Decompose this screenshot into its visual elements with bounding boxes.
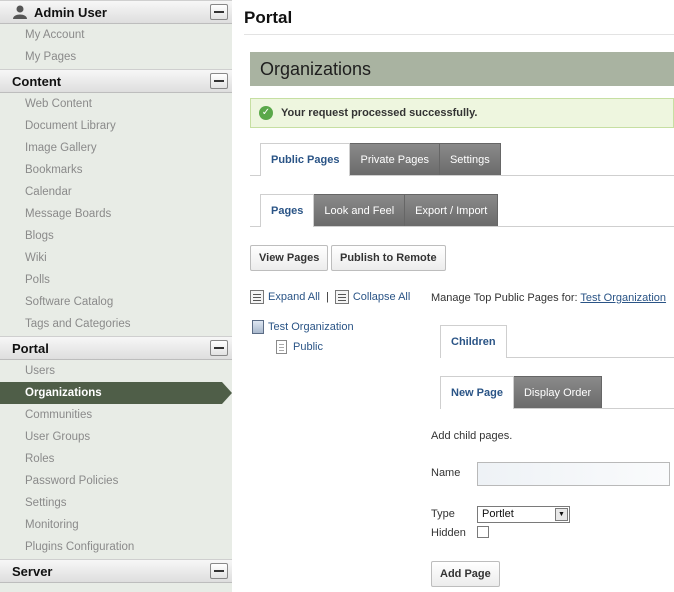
sidebar-item-roles[interactable]: Roles <box>0 448 232 470</box>
sidebar-item-communities[interactable]: Communities <box>0 404 232 426</box>
sidebar-item-plugins-configuration[interactable]: Plugins Configuration <box>0 536 232 558</box>
tree-node-label: Public <box>293 341 323 353</box>
sidebar-item-organizations[interactable]: Organizations <box>0 382 232 404</box>
sidebar-item-image-gallery[interactable]: Image Gallery <box>0 137 232 159</box>
layout-tabs: Pages Look and Feel Export / Import <box>250 194 674 227</box>
sidebar-item-users[interactable]: Users <box>0 360 232 382</box>
name-label: Name <box>431 467 461 479</box>
tree-node-organization[interactable]: Test Organization <box>252 320 354 334</box>
sidebar-item-bookmarks[interactable]: Bookmarks <box>0 159 232 181</box>
user-icon <box>13 5 27 19</box>
publish-to-remote-button[interactable]: Publish to Remote <box>331 245 446 271</box>
sidebar-item-software-catalog[interactable]: Software Catalog <box>0 291 232 313</box>
sidebar-section-title: Content <box>12 73 62 89</box>
sidebar-item-settings[interactable]: Settings <box>0 492 232 514</box>
chevron-down-icon: ▼ <box>555 508 568 521</box>
expand-all-link[interactable]: Expand All <box>268 291 320 303</box>
type-select-value: Portlet <box>482 508 514 520</box>
tab-settings[interactable]: Settings <box>439 143 501 175</box>
separator: | <box>325 291 329 303</box>
sidebar-item-my-account[interactable]: My Account <box>0 24 232 46</box>
sidebar-section-title: Admin User <box>34 4 107 20</box>
collapse-icon[interactable] <box>210 73 228 89</box>
add-child-label: Add child pages. <box>431 430 513 442</box>
checkmark-icon: ✓ <box>259 106 273 120</box>
tab-new-page[interactable]: New Page <box>440 376 514 409</box>
tab-public-pages[interactable]: Public Pages <box>260 143 351 176</box>
sidebar-section-server[interactable]: Server <box>0 559 232 583</box>
type-select[interactable]: Portlet ▼ <box>477 506 570 523</box>
organization-icon <box>252 320 264 334</box>
tab-private-pages[interactable]: Private Pages <box>350 143 440 175</box>
organizations-header: Organizations <box>250 52 674 86</box>
name-input[interactable] <box>477 462 670 486</box>
page-title: Portal <box>244 8 293 27</box>
sidebar-item-message-boards[interactable]: Message Boards <box>0 203 232 225</box>
sidebar-item-tags-and-categories[interactable]: Tags and Categories <box>0 313 232 335</box>
children-tabs: Children <box>440 325 674 358</box>
hidden-checkbox[interactable] <box>477 526 489 538</box>
new-page-tabs: New Page Display Order <box>440 376 674 409</box>
collapse-icon[interactable] <box>210 340 228 356</box>
manage-label: Manage Top Public Pages for: Test Organi… <box>431 292 666 304</box>
expand-all-icon <box>250 290 264 304</box>
page-icon <box>276 340 287 354</box>
sidebar-section-portal[interactable]: Portal <box>0 336 232 360</box>
sidebar-item-wiki[interactable]: Wiki <box>0 247 232 269</box>
organization-link[interactable]: Test Organization <box>580 292 666 304</box>
add-page-button[interactable]: Add Page <box>431 561 500 587</box>
hidden-label: Hidden <box>431 527 466 539</box>
collapse-icon[interactable] <box>210 4 228 20</box>
success-message: ✓ Your request processed successfully. <box>250 98 674 128</box>
sidebar-section-content[interactable]: Content <box>0 69 232 93</box>
tab-look-and-feel[interactable]: Look and Feel <box>314 194 406 226</box>
tree-controls: Expand All | Collapse All <box>250 290 410 304</box>
tab-children[interactable]: Children <box>440 325 507 358</box>
sidebar-item-calendar[interactable]: Calendar <box>0 181 232 203</box>
tree-node-public[interactable]: Public <box>276 340 323 354</box>
sidebar-section-admin-user[interactable]: Admin User <box>0 0 232 24</box>
sidebar-item-web-content[interactable]: Web Content <box>0 93 232 115</box>
sidebar-section-title: Server <box>12 563 53 579</box>
sidebar-item-blogs[interactable]: Blogs <box>0 225 232 247</box>
sidebar-item-polls[interactable]: Polls <box>0 269 232 291</box>
success-text: Your request processed successfully. <box>281 107 478 119</box>
tab-export-import[interactable]: Export / Import <box>405 194 499 226</box>
pages-tabs: Public Pages Private Pages Settings <box>250 143 674 176</box>
sidebar-item-password-policies[interactable]: Password Policies <box>0 470 232 492</box>
main-content: Portal Organizations ✓ Your request proc… <box>244 0 674 592</box>
sidebar-section-title: Portal <box>12 340 49 356</box>
collapse-icon[interactable] <box>210 563 228 579</box>
collapse-all-link[interactable]: Collapse All <box>353 291 410 303</box>
divider <box>244 34 674 35</box>
manage-text: Manage Top Public Pages for: <box>431 292 578 304</box>
tree-node-label: Test Organization <box>268 321 354 333</box>
type-label: Type <box>431 508 455 520</box>
tab-display-order[interactable]: Display Order <box>513 376 603 408</box>
view-pages-button[interactable]: View Pages <box>250 245 329 271</box>
collapse-all-icon <box>334 290 349 304</box>
sidebar-item-document-library[interactable]: Document Library <box>0 115 232 137</box>
sidebar-item-monitoring[interactable]: Monitoring <box>0 514 232 536</box>
sidebar: Admin User My Account My Pages Content W… <box>0 0 232 592</box>
tab-pages[interactable]: Pages <box>260 194 315 227</box>
sidebar-item-user-groups[interactable]: User Groups <box>0 426 232 448</box>
sidebar-item-my-pages[interactable]: My Pages <box>0 46 232 68</box>
